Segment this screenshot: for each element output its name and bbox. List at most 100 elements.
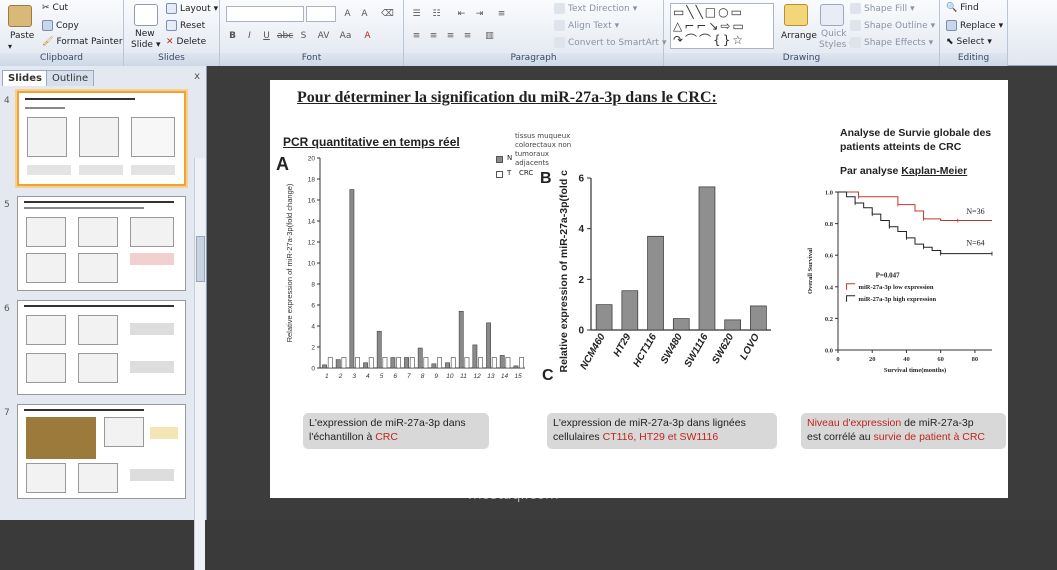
strikethrough-button[interactable]: abc xyxy=(276,29,293,43)
paste-button[interactable]: Paste xyxy=(10,31,34,41)
clipboard-group-label: Clipboard xyxy=(0,53,123,66)
delete-button[interactable]: ✕ Delete xyxy=(166,37,206,47)
new-slide-dropdown[interactable]: Slide ▾ xyxy=(131,40,161,50)
chart-b-bar xyxy=(750,305,767,331)
slide-thumbnail-7[interactable] xyxy=(17,404,186,499)
clear-formatting-button[interactable]: ⌫ xyxy=(380,7,395,21)
font-color-button[interactable]: A xyxy=(360,29,375,43)
align-right-button[interactable]: ≡ xyxy=(443,29,458,43)
chart-c-annotation: N=64 xyxy=(966,239,984,248)
chart-b-x-tick-label: LOVO xyxy=(738,332,762,362)
chart-b-svg: 0 2 4 6 NCM460 HT29HCT116 SW480SW1116 SW620 LOVO… xyxy=(558,170,771,372)
chart-a-y-tick-label: 8 xyxy=(311,282,315,289)
cursor-icon: ⬉ xyxy=(946,37,954,47)
decrease-indent-button[interactable]: ⇤ xyxy=(454,7,469,21)
shadow-button[interactable]: S xyxy=(296,29,311,43)
format-painter-button[interactable]: 🖌 Format Painter xyxy=(42,37,123,47)
replace-button[interactable]: Replace ▾ xyxy=(946,20,1003,31)
justify-button[interactable]: ≡ xyxy=(460,29,475,43)
caption-c: Niveau d'expression de miR-27a-3p est co… xyxy=(801,413,1006,449)
line-spacing-button[interactable]: ≡ xyxy=(494,7,509,21)
shapes-gallery[interactable]: ▭╲╲□○▭ △⌐⌐↘⇨▭ ↷⌒⌒{}☆ xyxy=(670,3,774,49)
align-text-icon xyxy=(554,20,565,31)
caption-c-highlight2: survie de patient à CRC xyxy=(873,431,986,443)
align-center-button[interactable]: ≡ xyxy=(426,29,441,43)
chart-a-bar-n xyxy=(445,362,450,369)
slides-group-label: Slides xyxy=(124,53,219,66)
tab-slides[interactable]: Slides xyxy=(2,70,48,86)
slide-thumbnail-4[interactable] xyxy=(17,91,186,186)
chart-b-bar xyxy=(698,186,716,331)
chart-c-annotation: N=36 xyxy=(966,207,984,216)
paste-icon xyxy=(8,5,32,27)
columns-button[interactable]: ▥ xyxy=(482,29,497,43)
chart-b-y-tick-label: 2 xyxy=(578,275,584,286)
font-size-input[interactable] xyxy=(306,6,336,22)
slide-thumbnail-5[interactable] xyxy=(17,196,186,291)
caption-c-text1: de miR-27a-3p xyxy=(901,417,974,429)
panel-scrollbar[interactable] xyxy=(194,158,205,570)
chart-c-y-tick-label: 0.6 xyxy=(825,253,834,260)
char-spacing-button[interactable]: AV xyxy=(316,29,331,43)
copy-button[interactable]: Copy xyxy=(42,20,79,31)
shrink-font-button[interactable]: A xyxy=(357,7,372,21)
watermark-url: mostaql.com xyxy=(468,487,559,503)
increase-indent-button[interactable]: ⇥ xyxy=(472,7,487,21)
chart-c-legend-label: miR-27a-3p high expression xyxy=(859,296,937,303)
chart-b-x-tick-label: SW480 xyxy=(659,332,685,366)
align-left-button[interactable]: ≡ xyxy=(409,29,424,43)
arrange-button[interactable]: Arrange xyxy=(781,31,817,41)
convert-smartart-button[interactable]: Convert to SmartArt ▾ xyxy=(554,37,667,48)
paste-dropdown-icon[interactable]: ▾ xyxy=(8,42,12,51)
chart-a-bar-t xyxy=(505,357,511,369)
copy-icon xyxy=(42,20,53,31)
grow-font-button[interactable]: A xyxy=(340,7,355,21)
new-slide-button[interactable]: New xyxy=(135,29,155,39)
slide-canvas[interactable]: Pour déterminer la signification du miR-… xyxy=(270,80,1008,498)
replace-icon xyxy=(946,20,957,31)
shape-fill-button[interactable]: Shape Fill ▾ xyxy=(850,3,915,14)
select-button[interactable]: ⬉ Select ▾ xyxy=(946,37,992,47)
chart-a-y-tick-label: 6 xyxy=(311,303,315,310)
italic-button[interactable]: I xyxy=(242,29,257,43)
chart-a-bar-t xyxy=(450,357,456,369)
find-button[interactable]: 🔍 Find xyxy=(946,3,979,13)
tab-outline[interactable]: Outline xyxy=(46,70,95,86)
quick-styles-button[interactable]: Quick xyxy=(821,29,846,39)
panel-label-b: B xyxy=(540,170,552,187)
chart-b-y-axis-label: Relative expression of miR-27a-3p(fold c… xyxy=(558,170,570,372)
chevron-down-icon: ▾ xyxy=(998,20,1004,31)
close-panel-icon[interactable]: x xyxy=(194,71,200,82)
chart-a-y-tick-label: 0 xyxy=(311,366,315,373)
underline-button[interactable]: U xyxy=(259,29,274,43)
caption-a-highlight: CRC xyxy=(375,431,398,443)
survival-title-line2: patients atteints de CRC xyxy=(840,141,962,153)
chart-b-x-tick-label: HT29 xyxy=(612,332,634,359)
text-direction-button[interactable]: Text Direction ▾ xyxy=(554,3,637,14)
caption-a-line1: L'expression de miR-27a-3p dans xyxy=(309,417,466,429)
chart-a-x-tick-label: 5 xyxy=(380,373,384,380)
numbering-button[interactable]: ☷ xyxy=(429,7,444,21)
watermark-logo: مستقل xyxy=(462,452,565,485)
scrollbar-thumb[interactable] xyxy=(196,236,205,282)
layout-button[interactable]: Layout ▾ xyxy=(166,3,218,14)
chart-a-bar-n xyxy=(499,355,505,369)
shape-outline-button[interactable]: Shape Outline ▾ xyxy=(850,20,935,31)
bold-button[interactable]: B xyxy=(225,29,240,43)
slide-thumbnail-6[interactable] xyxy=(17,300,186,395)
slide-number: 4 xyxy=(4,96,10,106)
bullets-button[interactable]: ☰ xyxy=(409,7,424,21)
chart-c-x-axis-label: Survival time(months) xyxy=(884,367,946,374)
change-case-button[interactable]: Aa xyxy=(338,29,353,43)
align-text-button[interactable]: Align Text ▾ xyxy=(554,20,619,31)
caption-a-text: l'échantillon à xyxy=(309,431,376,443)
chart-c-y-tick-label: 0.8 xyxy=(825,221,834,228)
shape-effects-button[interactable]: Shape Effects ▾ xyxy=(850,37,933,48)
font-name-input[interactable] xyxy=(226,6,304,22)
km-prefix: Par analyse xyxy=(840,165,902,177)
chart-a-x-tick-label: 10 xyxy=(446,373,454,380)
cut-button[interactable]: ✂ Cut xyxy=(42,3,68,13)
chart-a-bar-n xyxy=(431,363,437,369)
chart-a-x-tick-label: 1 xyxy=(325,373,329,380)
reset-button[interactable]: Reset xyxy=(166,20,205,31)
